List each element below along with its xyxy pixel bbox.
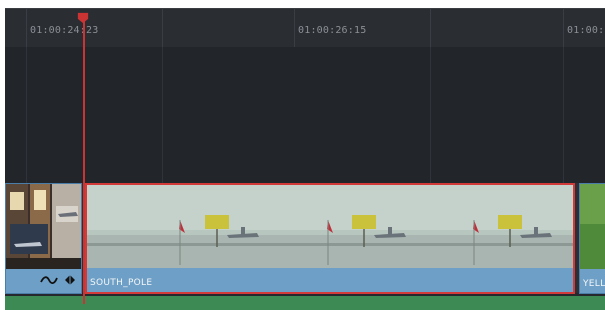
clip-thumbnail-image (580, 184, 605, 269)
audio-track[interactable] (5, 296, 605, 310)
clip-left[interactable] (5, 183, 82, 294)
timecode-label: 01:00:2 (567, 25, 605, 36)
timecode-label: 01:00:26:15 (298, 25, 367, 36)
ruler-tick (563, 9, 564, 47)
clip-name-bar (6, 269, 81, 293)
keyframe-diamond-icon[interactable] (64, 274, 76, 286)
grid-line (26, 47, 27, 185)
clip-name-label: YELL (583, 279, 605, 289)
grid-line (162, 47, 163, 185)
grid-line (430, 47, 431, 185)
ruler-tick (294, 9, 295, 47)
clip-south-pole[interactable]: SOUTH_POLE (85, 183, 575, 294)
clip-thumbnail (87, 185, 573, 270)
empty-track-area[interactable] (5, 47, 605, 183)
timecode-ruler[interactable]: 01:00:24:23 01:00:26:15 01:00:2 (5, 9, 605, 47)
clip-thumbnail (6, 184, 81, 269)
keyframe-curve-icon[interactable] (40, 274, 58, 286)
grid-line (563, 47, 564, 185)
playhead-marker-icon[interactable] (76, 12, 90, 24)
timecode-label: 01:00:24:23 (30, 25, 99, 36)
timeline-panel[interactable]: 01:00:24:23 01:00:26:15 01:00:2 (5, 8, 605, 310)
ruler-tick (430, 9, 431, 47)
clip-yellow[interactable]: YELL (579, 183, 605, 294)
clip-thumbnail-image (87, 185, 573, 270)
ruler-tick (162, 9, 163, 47)
playhead-line[interactable] (83, 14, 85, 304)
clip-name-bar: YELL (580, 269, 605, 293)
clip-name-label: SOUTH_POLE (90, 278, 153, 288)
clip-thumbnail-image (6, 184, 81, 269)
ruler-tick (26, 9, 27, 47)
clip-thumbnail (580, 184, 605, 269)
clip-name-bar: SOUTH_POLE (87, 268, 573, 292)
